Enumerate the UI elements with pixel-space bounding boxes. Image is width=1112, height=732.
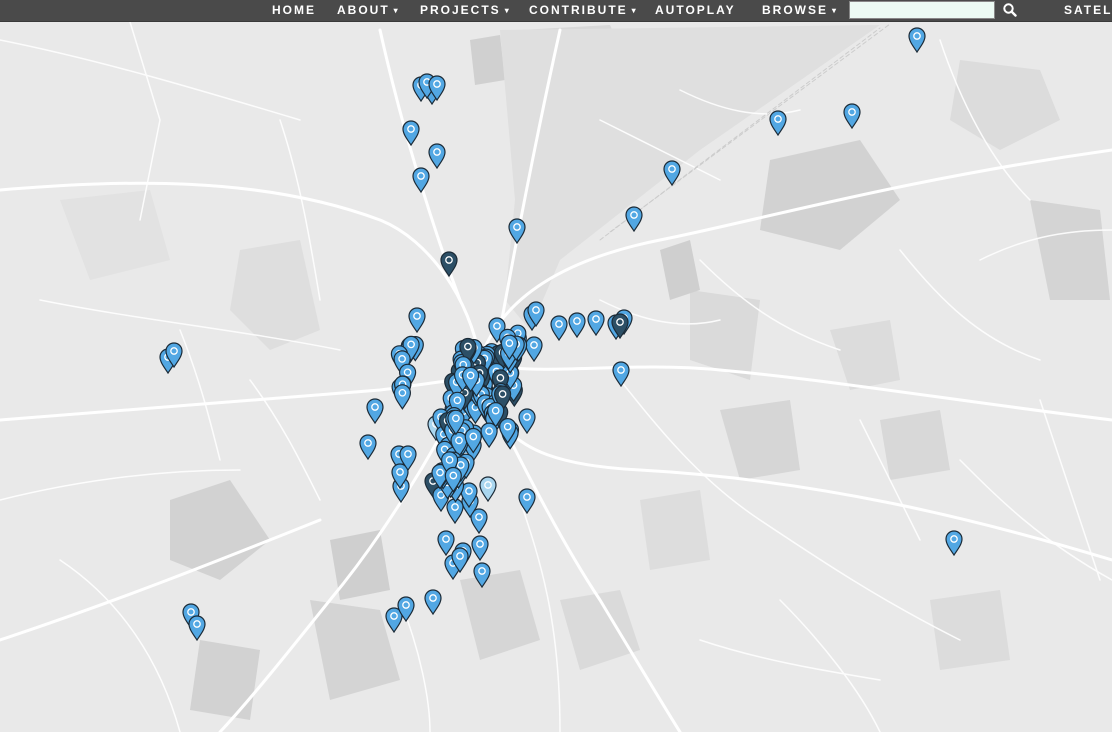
- nav-contribute-label: CONTRIBUTE: [529, 3, 628, 17]
- nav-contribute[interactable]: CONTRIBUTE ▾: [529, 0, 636, 22]
- nav-satellite-label: SATELLITE: [1064, 3, 1112, 17]
- nav-autoplay-label: AUTOPLAY: [655, 3, 736, 17]
- search-icon[interactable]: [1001, 1, 1019, 19]
- nav-about[interactable]: ABOUT ▾: [337, 0, 398, 22]
- nav-satellite[interactable]: SATELLITE: [1064, 0, 1112, 22]
- nav-home[interactable]: HOME: [272, 0, 316, 22]
- top-navigation-bar: HOME ABOUT ▾ PROJECTS ▾ CONTRIBUTE ▾ AUTOPL…: [0, 0, 1112, 22]
- chevron-down-icon: ▾: [631, 6, 636, 15]
- nav-home-label: HOME: [272, 3, 316, 17]
- map-canvas[interactable]: [0, 0, 1112, 732]
- nav-projects-label: PROJECTS: [420, 3, 501, 17]
- nav-projects[interactable]: PROJECTS ▾: [420, 0, 509, 22]
- chevron-down-icon: ▾: [832, 6, 837, 15]
- chevron-down-icon: ▾: [504, 6, 509, 15]
- nav-browse[interactable]: BROWSE ▾: [762, 0, 836, 22]
- nav-browse-label: BROWSE: [762, 3, 828, 17]
- nav-about-label: ABOUT: [337, 3, 390, 17]
- nav-autoplay[interactable]: AUTOPLAY: [655, 0, 736, 22]
- chevron-down-icon: ▾: [393, 6, 398, 15]
- search-input[interactable]: [849, 1, 995, 19]
